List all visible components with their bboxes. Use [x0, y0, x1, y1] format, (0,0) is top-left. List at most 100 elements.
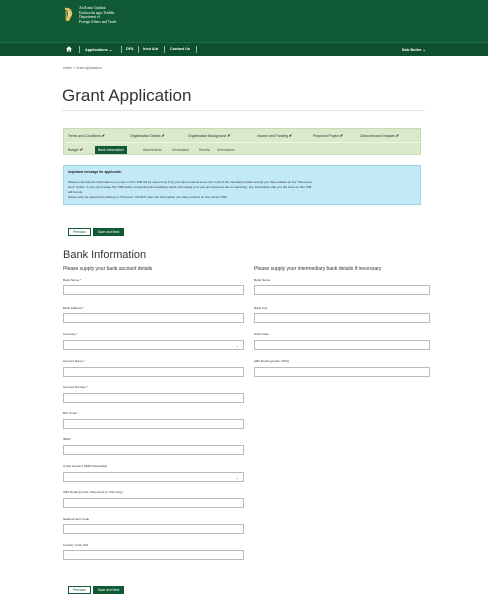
bank-address-label: Bank Address * [63, 306, 84, 310]
chevron-down-icon: ⌄ [235, 475, 239, 480]
bank-city-field[interactable] [254, 313, 430, 323]
alert-line: Please also be aware that clicking on "P… [68, 195, 228, 199]
step-label: Budget [68, 148, 79, 152]
intermediary-bank-name-label: Bank Name [254, 278, 271, 282]
main-nav: Applications ⌄ DFA Irish Aid Contact Us … [0, 42, 488, 56]
step-submission[interactable]: Submission [217, 148, 235, 152]
check-icon: ✔ [288, 133, 293, 138]
step-label: Income and Funding [257, 134, 288, 138]
alert-title: Important message for applicants: [68, 170, 122, 174]
required-marker: * [77, 411, 79, 415]
required-marker: * [80, 278, 82, 282]
intermediary-bank-name-field[interactable] [254, 285, 430, 295]
sepa-reachable-label: Is this account SEPA Reachable [63, 464, 108, 468]
iban-label: IBAN * [63, 437, 72, 441]
bank-name-field[interactable] [63, 285, 244, 295]
previous-button[interactable]: Previous [68, 228, 91, 236]
account-number-field[interactable] [63, 393, 244, 403]
page-title: Grant Application [62, 86, 192, 105]
nav-divider [164, 46, 165, 53]
bank-details-heading: Please supply your bank account details [63, 266, 153, 272]
important-message: Important message for applicants: Please… [63, 165, 421, 205]
alert-line: Please note that the information you ent… [68, 180, 312, 184]
alert-line: will be lost. [68, 190, 84, 194]
sepa-reachable-select[interactable]: ⌄ [63, 472, 244, 482]
check-icon: ✔ [395, 133, 400, 138]
currency-select[interactable]: ⌄ [63, 340, 244, 350]
label-text: Account Number [63, 385, 87, 389]
label-text: IBAN [63, 437, 71, 441]
home-icon[interactable] [66, 46, 72, 52]
alert-line: Next" button. If you opt to leave this T… [68, 185, 312, 189]
country-code-iso-label: Country Code ISO [63, 543, 89, 547]
save-and-next-button[interactable]: Save and Next [93, 228, 124, 236]
nav-contact-us[interactable]: Contact Us [170, 47, 190, 51]
step-proposed-project[interactable]: Proposed Project ✔ [313, 133, 343, 138]
nav-applications[interactable]: Applications ⌄ [85, 47, 112, 52]
nav-divider [79, 46, 80, 53]
intermediary-aba-routing-label: ABA Routing Code (USA) [254, 359, 290, 363]
national-sort-code-field[interactable] [63, 524, 244, 534]
account-number-label: Account Number * [63, 385, 88, 389]
step-organisation-background[interactable]: Organisation Background ✔ [188, 133, 231, 138]
harp-icon [65, 7, 73, 21]
bank-city-label: Bank City [254, 306, 268, 310]
step-label: Outcomes and Impacts [360, 134, 395, 138]
application-steps: Terms and Conditions ✔ Organisation Deta… [63, 128, 421, 155]
check-icon: ✔ [339, 133, 344, 138]
intermediary-details-heading: Please supply your intermediary bank det… [254, 266, 382, 272]
iban-field[interactable] [63, 445, 244, 455]
required-marker: * [82, 306, 85, 310]
aba-routing-label: ABA Routing Code (Payments to USA only) [63, 490, 123, 494]
intermediary-aba-routing-field[interactable] [254, 367, 430, 377]
swift-code-label: Swift Code [254, 332, 269, 336]
nav-irish-aid[interactable]: Irish Aid [143, 47, 158, 51]
account-name-label: Account Name * [63, 359, 85, 363]
label-text: BIC Code [63, 411, 77, 415]
save-and-next-button-bottom[interactable]: Save and Next [93, 586, 124, 594]
label-text: Bank Address [63, 306, 83, 310]
user-menu[interactable]: Bob Butler ⌄ [402, 47, 426, 52]
dept-line-4: Foreign Affairs and Trade [79, 19, 117, 24]
bic-code-field[interactable] [63, 419, 244, 429]
step-review[interactable]: Review [199, 148, 210, 152]
step-label: Terms and Conditions [68, 134, 101, 138]
step-terms-and-conditions[interactable]: Terms and Conditions ✔ [68, 133, 105, 138]
site-header: An Roinn Gnóthaí Eachtracha agus Trádála… [0, 0, 488, 42]
nav-dfa[interactable]: DFA [126, 47, 134, 51]
department-name: An Roinn Gnóthaí Eachtracha agus Trádála… [79, 6, 116, 24]
steps-divider [65, 142, 421, 143]
step-declaration[interactable]: Declaration [172, 148, 189, 152]
check-icon: ✔ [227, 133, 231, 138]
account-name-field[interactable] [63, 367, 244, 377]
required-marker: * [71, 437, 73, 441]
national-sort-code-label: National Sort Code [63, 517, 90, 521]
step-label: Organisation Background [188, 134, 227, 138]
title-divider [62, 110, 425, 111]
swift-code-field[interactable] [254, 340, 430, 350]
nav-divider [121, 46, 122, 53]
label-text: Bank Name [63, 278, 80, 282]
label-text: Account Name [63, 359, 84, 363]
required-marker: * [76, 332, 78, 336]
required-marker: * [86, 385, 89, 389]
step-attachments[interactable]: Attachments [143, 148, 162, 152]
section-title: Bank Information [63, 249, 147, 261]
required-marker: * [84, 359, 86, 363]
step-income-and-funding[interactable]: Income and Funding ✔ [257, 133, 292, 138]
nav-divider [138, 46, 139, 53]
nav-divider [196, 46, 197, 53]
bank-address-field[interactable] [63, 313, 244, 323]
step-outcomes-and-impacts[interactable]: Outcomes and Impacts ✔ [360, 133, 399, 138]
label-text: Currency [63, 332, 76, 336]
chevron-down-icon: ⌄ [235, 343, 239, 348]
country-code-iso-field[interactable] [63, 550, 244, 560]
step-organisation-details[interactable]: Organisation Details ✔ [130, 133, 165, 138]
previous-button-bottom[interactable]: Previous [68, 586, 91, 594]
step-budget[interactable]: Budget ✔ [68, 147, 83, 152]
bank-name-label: Bank Name * [63, 278, 81, 282]
step-label: Organisation Details [130, 134, 161, 138]
aba-routing-field[interactable] [63, 498, 244, 508]
breadcrumb[interactable]: Home > Grant Application [63, 66, 102, 70]
step-bank-information[interactable]: Bank Information [95, 146, 127, 154]
